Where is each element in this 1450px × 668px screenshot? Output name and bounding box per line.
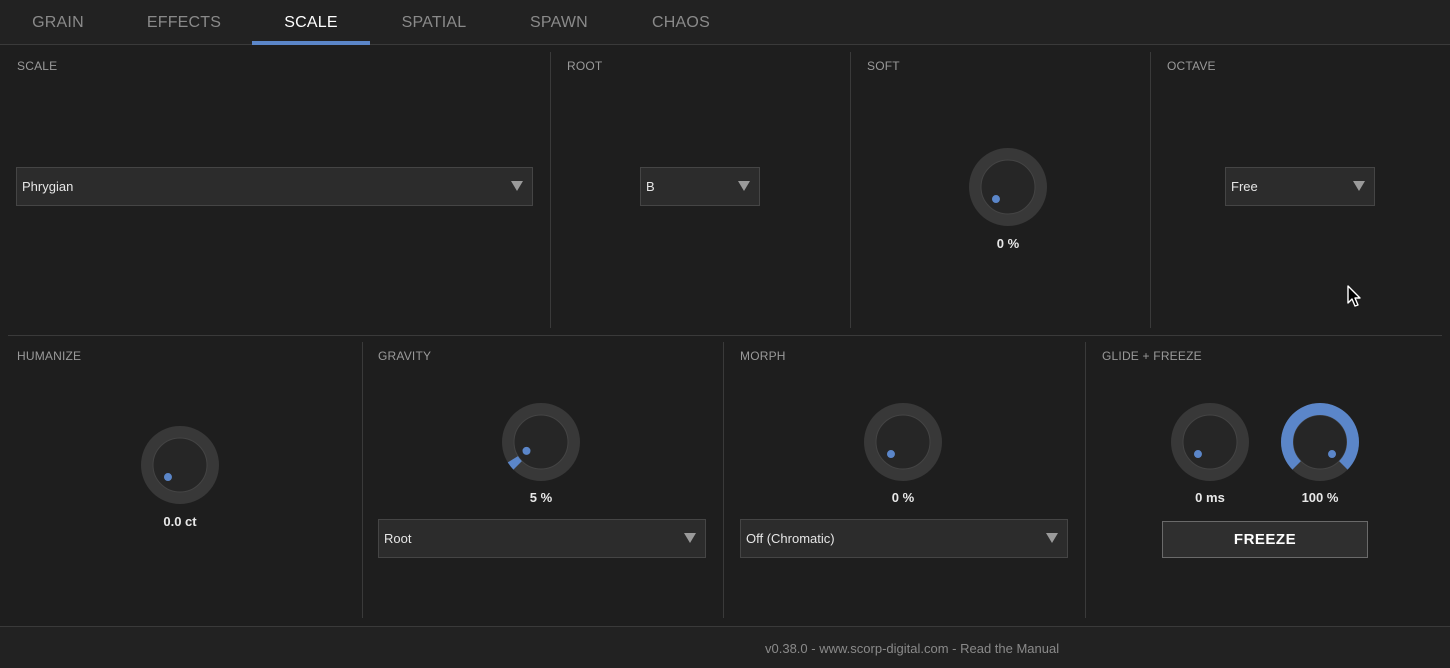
knob-indicator-dot — [163, 473, 172, 482]
glide-freeze-title: GLIDE + FREEZE — [1102, 349, 1202, 363]
freeze-amount-value: 100 % — [1301, 490, 1339, 505]
gravity-mode-dropdown[interactable]: Root — [378, 519, 706, 558]
knob-center — [513, 414, 569, 470]
freeze-button[interactable]: FREEZE — [1162, 521, 1368, 558]
knob-indicator-dot — [1193, 450, 1202, 459]
gravity-value: 5 % — [529, 490, 553, 505]
tab-chaos[interactable]: CHAOS — [622, 0, 740, 45]
knob-center — [980, 159, 1036, 215]
footer-separator: - — [948, 641, 961, 656]
website-link[interactable]: www.scorp-digital.com — [819, 641, 948, 656]
knob-indicator-dot — [991, 195, 1000, 204]
gravity-knob[interactable] — [501, 402, 581, 482]
root-selected-value: B — [646, 179, 655, 194]
morph-mode-dropdown[interactable]: Off (Chromatic) — [740, 519, 1068, 558]
root-dropdown[interactable]: B — [640, 167, 760, 206]
octave-title: OCTAVE — [1167, 59, 1216, 73]
tab-spawn[interactable]: SPAWN — [500, 0, 618, 45]
gravity-title: GRAVITY — [378, 349, 432, 363]
knob-center — [1292, 414, 1348, 470]
scale-page: GRAIN EFFECTS SCALE SPATIAL SPAWN CHAOS … — [0, 0, 1450, 668]
tab-grain[interactable]: GRAIN — [0, 0, 116, 45]
humanize-value: 0.0 ct — [163, 514, 197, 529]
knob-center — [875, 414, 931, 470]
triangle-down-icon — [684, 533, 696, 543]
version-label: v0.38.0 — [765, 641, 808, 656]
morph-value: 0 % — [891, 490, 915, 505]
humanize-knob[interactable] — [140, 425, 220, 505]
root-title: ROOT — [567, 59, 603, 73]
tab-scale[interactable]: SCALE — [252, 0, 370, 45]
morph-title: MORPH — [740, 349, 786, 363]
footer-separator: - — [807, 641, 820, 656]
footer: v0.38.0 - www.scorp-digital.com - Read t… — [0, 626, 1450, 668]
knob-value-arc — [507, 455, 523, 470]
knob-center — [1182, 414, 1238, 470]
morph-knob[interactable] — [863, 402, 943, 482]
divider — [550, 52, 551, 328]
soft-value: 0 % — [996, 236, 1020, 251]
divider — [723, 342, 724, 618]
freeze-amount-knob[interactable] — [1280, 402, 1360, 482]
footer-text: v0.38.0 - www.scorp-digital.com - Read t… — [765, 641, 1059, 656]
divider — [1085, 342, 1086, 618]
divider — [8, 335, 1442, 336]
knob-indicator-dot — [886, 450, 895, 459]
glide-knob[interactable] — [1170, 402, 1250, 482]
triangle-down-icon — [738, 181, 750, 191]
scale-selected-value: Phrygian — [22, 179, 74, 194]
soft-title: SOFT — [867, 59, 900, 73]
humanize-title: HUMANIZE — [17, 349, 82, 363]
knob-center — [152, 437, 208, 493]
tab-bar: GRAIN EFFECTS SCALE SPATIAL SPAWN CHAOS — [0, 0, 1450, 45]
octave-dropdown[interactable]: Free — [1225, 167, 1375, 206]
glide-value: 0 ms — [1195, 490, 1225, 505]
gravity-mode-value: Root — [384, 531, 412, 546]
mouse-pointer-icon — [1347, 285, 1363, 314]
knob-indicator-dot — [522, 446, 531, 455]
tab-spatial[interactable]: SPATIAL — [375, 0, 493, 45]
divider — [1150, 52, 1151, 328]
knob-indicator-dot — [1328, 450, 1337, 459]
morph-mode-value: Off (Chromatic) — [746, 531, 835, 546]
tab-effects[interactable]: EFFECTS — [126, 0, 242, 45]
octave-selected-value: Free — [1231, 179, 1258, 194]
triangle-down-icon — [1353, 181, 1365, 191]
soft-knob[interactable] — [968, 147, 1048, 227]
triangle-down-icon — [1046, 533, 1058, 543]
scale-title: SCALE — [17, 59, 58, 73]
divider — [362, 342, 363, 618]
triangle-down-icon — [511, 181, 523, 191]
divider — [850, 52, 851, 328]
scale-dropdown[interactable]: Phrygian — [16, 167, 533, 206]
manual-link[interactable]: Read the Manual — [960, 641, 1059, 656]
